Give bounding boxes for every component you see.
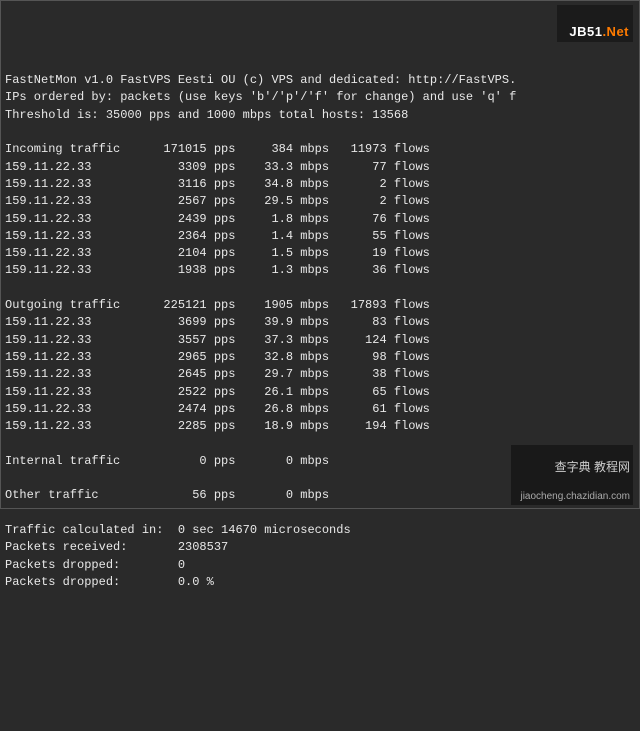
watermark-bottom-sub: jiaocheng.chazidian.com [520, 491, 630, 502]
watermark-bottom-main: 查字典 教程网 [555, 460, 630, 474]
terminal-output: FastNetMon v1.0 FastVPS Eesti OU (c) VPS… [1, 70, 639, 593]
watermark-top-suffix: .Net [602, 24, 629, 39]
watermark-bottom: 查字典 教程网 jiaocheng.chazidian.com [511, 445, 633, 505]
watermark-top: JB51.Net [557, 5, 633, 42]
watermark-top-prefix: JB51 [569, 24, 602, 39]
